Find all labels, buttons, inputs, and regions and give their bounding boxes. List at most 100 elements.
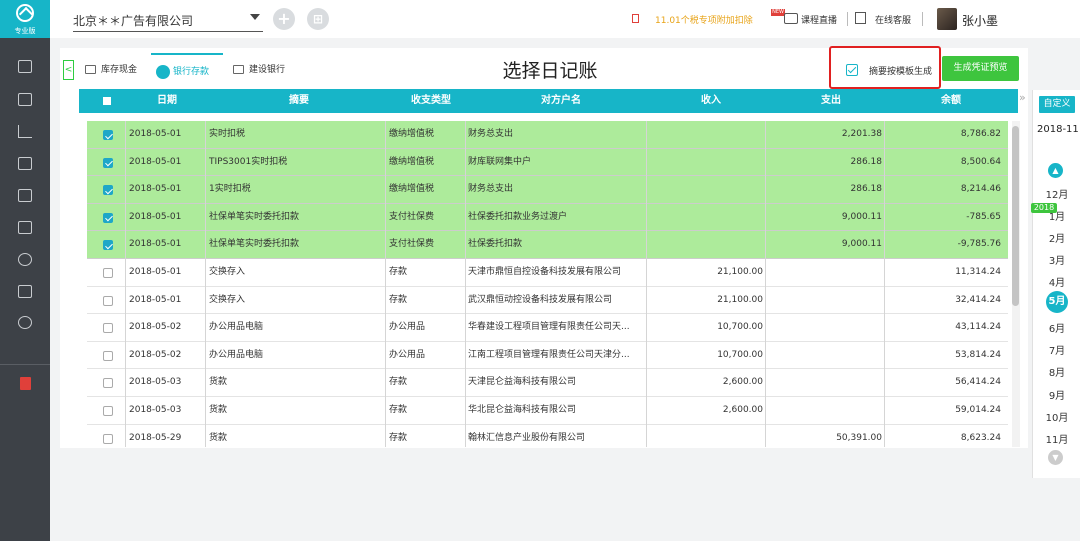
cell-divider [205,259,206,287]
column-header-summary[interactable]: 摘要 [207,89,391,113]
select-all-checkbox[interactable] [103,97,111,105]
building-icon[interactable] [18,157,32,170]
generate-voucher-preview-button[interactable]: 生成凭证预览 [942,56,1019,81]
row-checkbox[interactable] [103,323,113,334]
row-checkbox[interactable] [103,433,113,444]
app-window: 专业版 北京＊＊广告有限公司 + ⊞ 11.01个税专项附加扣除 NEW 课程直… [0,0,1080,541]
chevron-up-icon[interactable]: ▲ [1048,163,1063,178]
cell-divider [205,231,206,259]
cell-expense [766,397,882,425]
cell-divider [125,203,126,232]
row-checkbox[interactable] [103,378,113,389]
month-item[interactable]: 1月 [1040,208,1074,223]
ledger-icon[interactable] [18,60,32,73]
summary-template-checkbox[interactable] [846,64,858,76]
table-row[interactable]: 2018-05-29 货款 存款 翰林汇信息产业股份有限公司 50,391.00 8,62… [87,424,1008,447]
row-checkbox[interactable] [103,130,113,140]
online-service-link[interactable]: 在线客服 [875,13,911,26]
month-item[interactable]: 5月 [1046,291,1068,313]
logo[interactable]: 专业版 [0,0,50,38]
settings-gear-icon[interactable] [18,316,32,329]
calendar-icon[interactable] [18,189,32,202]
cell-balance: -9,785.76 [957,239,1001,250]
username[interactable]: 张小墨 [962,12,998,29]
row-checkbox[interactable] [103,240,113,251]
table-row[interactable]: 2018-05-01 实时扣税 缴纳增值税 财务总支出 2,201.38 8,786.82 [87,121,1008,149]
table-row[interactable]: 2018-05-01 社保单笔实时委托扣款 支付社保费 社保委托扣款 9,000.11 -… [87,231,1008,259]
column-header-type[interactable]: 收支类型 [391,89,471,113]
cell-income [647,204,763,232]
row-checkbox[interactable] [103,350,113,361]
column-header-date[interactable]: 日期 [127,89,207,113]
left-sidebar: 专业版 [0,0,50,541]
grid-apps-icon[interactable]: ⊞ [307,8,329,30]
tab-cash[interactable]: 库存现金 [79,53,151,87]
cell-divider [205,424,206,447]
coins-icon[interactable] [18,253,32,266]
column-header-party[interactable]: 对方户名 [471,89,651,113]
voucher-icon[interactable] [18,93,32,106]
company-selector[interactable]: 北京＊＊广告有限公司 [73,12,263,32]
table-row[interactable]: 2018-05-03 货款 存款 华北昆仑益海科技有限公司 2,600.00 59,014… [87,397,1008,425]
chevron-down-icon[interactable] [250,14,260,20]
cell-divider [385,203,386,232]
column-header-income[interactable]: 收入 [651,89,771,113]
column-header-expense[interactable]: 支出 [771,89,891,113]
row-checkbox[interactable] [103,185,113,196]
trash-icon[interactable] [20,377,31,390]
month-item[interactable]: 12月 [1040,186,1074,201]
table-row[interactable]: 2018-05-01 交换存入 存款 天津市鼎恒自控设备科技发展有限公司 21,100.… [87,259,1008,287]
table-row[interactable]: 2018-05-02 办公用品电脑 办公用品 江南工程项目管理有限责任公司天津分...… [87,341,1008,370]
cell-divider [385,369,386,397]
collapse-chevron-left-icon[interactable]: < [63,60,74,80]
table-row[interactable]: 2018-05-03 货款 存款 天津昆仑益海科技有限公司 2,600.00 56,414… [87,369,1008,397]
chevron-down-icon[interactable]: ▼ [1048,450,1063,465]
row-checkbox[interactable] [103,212,113,223]
month-item[interactable]: 7月 [1040,342,1074,357]
scrollbar-thumb[interactable] [1012,126,1019,306]
row-checkbox[interactable] [103,157,113,168]
table-row[interactable]: 2018-05-01 1实时扣税 缴纳增值税 财务总支出 286.18 8,214.46 [87,176,1008,204]
month-item[interactable]: 6月 [1040,320,1074,335]
tab-ccb[interactable]: 建设银行 [227,53,299,87]
table-row[interactable]: 2018-05-01 TIPS3001实时扣税 缴纳增值税 财库联网集中户 286.18… [87,148,1008,177]
month-item[interactable]: 4月 [1040,274,1074,289]
table-header: 日期 摘要 收支类型 对方户名 收入 支出 余额 [79,89,1018,113]
month-item[interactable]: 9月 [1040,387,1074,402]
custom-range-button[interactable]: 自定义 [1039,96,1075,113]
expand-chevron-right-icon[interactable]: » [1019,91,1026,104]
month-item[interactable]: 10月 [1040,409,1074,424]
month-item[interactable]: 11月 [1040,431,1074,446]
table-row[interactable]: 2018-05-02 办公用品电脑 办公用品 华春建设工程项目管理有限责任公司天...… [87,314,1008,342]
table-row[interactable]: 2018-05-01 交换存入 存款 武汉鼎恒动控设备科技发展有限公司 21,100.0… [87,286,1008,315]
month-item[interactable]: 2月 [1040,230,1074,245]
invoice-icon[interactable] [18,285,32,298]
cell-divider [205,176,206,204]
course-live-link[interactable]: 课程直播 [801,13,837,26]
month-item[interactable]: 8月 [1040,364,1074,379]
tab-bank-deposit[interactable]: 银行存款 [151,53,223,87]
notice-link[interactable]: 11.01个税专项附加扣除 [655,13,753,26]
cell-divider [125,176,126,204]
cell-divider [205,341,206,370]
chat-icon [855,12,866,24]
tax-icon[interactable] [18,221,32,234]
cell-divider [465,341,466,370]
row-checkbox[interactable] [103,295,113,306]
tab-label: 银行存款 [173,67,210,77]
month-item[interactable]: 3月 [1040,252,1074,267]
table-row[interactable]: 2018-05-01 社保单笔实时委托扣款 支付社保费 社保委托扣款业务过渡户 9,00… [87,203,1008,232]
add-button[interactable]: + [273,8,295,30]
report-chart-icon[interactable] [18,125,32,138]
row-checkbox[interactable] [103,406,113,416]
cell-balance: -785.65 [966,211,1001,222]
avatar[interactable] [937,8,957,30]
journal-table-body: 2018-05-01 实时扣税 缴纳增值税 财务总支出 2,201.38 8,786.82… [87,121,1008,447]
cell-date: 2018-05-03 [129,377,182,388]
summary-template-label[interactable]: 摘要按模板生成 [869,64,932,77]
cell-divider [205,397,206,425]
column-header-balance[interactable]: 余额 [891,89,1011,113]
cell-divider [465,148,466,177]
cell-divider [125,148,126,177]
row-checkbox[interactable] [103,268,113,278]
